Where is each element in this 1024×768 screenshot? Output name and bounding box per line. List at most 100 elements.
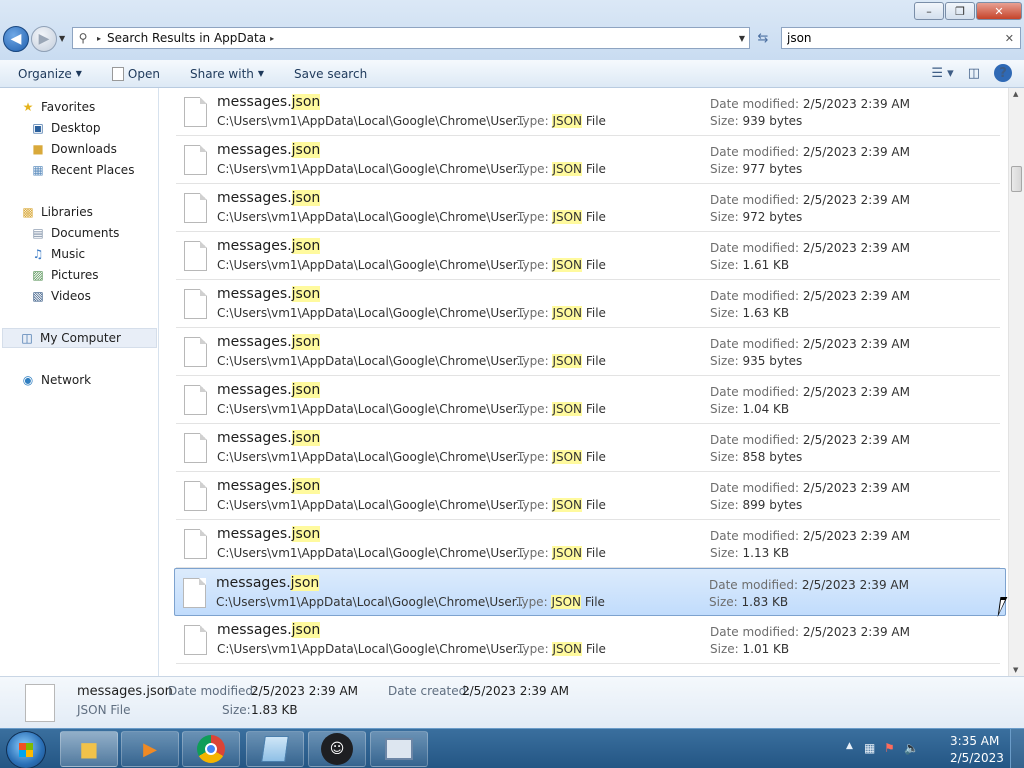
type-label: Type: [517,450,549,464]
type-rest: File [582,258,606,272]
result-file-name[interactable]: messages.json [217,526,321,542]
size-label: Size: [710,258,739,272]
scrollbar-thumb[interactable] [1011,166,1022,192]
taskbar-file-explorer[interactable]: ■ [60,731,118,767]
details-size-label: Size: [222,703,251,717]
breadcrumb[interactable]: Search Results in AppData [107,31,266,45]
result-row[interactable]: messages.json C:\Users\vm1\AppData\Local\… [176,376,1000,424]
nav-my-computer[interactable]: ◫ My Computer [2,328,157,348]
search-box[interactable]: ✕ [781,27,1021,49]
result-row[interactable]: messages.json C:\Users\vm1\AppData\Local\… [176,520,1000,568]
network-tray-icon[interactable]: ▦ [864,741,875,755]
result-file-name[interactable]: messages.json [217,142,321,158]
save-search-button[interactable]: Save search [294,67,367,81]
system-tray: ▲ ▦ ⚑ 🔈 3:35 AM 2/5/2023 [840,729,1024,768]
vertical-scrollbar[interactable]: ▲ ▼ [1008,88,1024,676]
result-date-modified: Date modified: 2/5/2023 2:39 AM [710,433,910,447]
volume-icon[interactable]: 🔈 [904,741,919,755]
result-file-path: C:\Users\vm1\AppData\Local\Google\Chrome… [217,498,529,512]
result-row[interactable]: messages.json C:\Users\vm1\AppData\Local\… [176,328,1000,376]
action-center-icon[interactable]: ⚑ [884,741,895,755]
nav-desktop[interactable]: ▣ Desktop [30,118,100,138]
start-button[interactable] [6,731,46,768]
result-file-path: C:\Users\vm1\AppData\Local\Google\Chrome… [216,595,528,609]
result-file-name[interactable]: messages.json [217,238,321,254]
result-file-name[interactable]: messages.json [217,190,321,206]
result-file-name[interactable]: messages.json [217,94,321,110]
nav-favorites[interactable]: ★ Favorites [20,97,96,117]
nav-network-label: Network [41,373,92,387]
result-file-path: C:\Users\vm1\AppData\Local\Google\Chrome… [217,642,529,656]
view-options-icon[interactable]: ☰ ▾ [931,66,953,81]
nav-network[interactable]: ◉ Network [20,370,91,390]
result-file-name[interactable]: messages.json [217,622,321,638]
show-desktop-button[interactable] [1010,729,1024,768]
size-value: 1.83 KB [741,595,789,609]
result-row[interactable]: messages.json C:\Users\vm1\AppData\Local\… [176,616,1000,664]
result-row[interactable]: messages.json C:\Users\vm1\AppData\Local\… [176,424,1000,472]
clock-date[interactable]: 2/5/2023 [950,751,1004,765]
result-row[interactable]: messages.json C:\Users\vm1\AppData\Local\… [176,184,1000,232]
nav-pictures[interactable]: ▨ Pictures [30,265,98,285]
share-with-button[interactable]: Share with ▼ [190,67,264,81]
clear-search-icon[interactable]: ✕ [1005,32,1014,45]
open-label: Open [127,66,160,81]
breadcrumb-chevron-icon[interactable]: ▸ [270,34,274,43]
result-file-name[interactable]: messages.json [217,478,321,494]
scroll-down-icon[interactable]: ▼ [1013,666,1018,674]
nav-recent-places[interactable]: ▦ Recent Places [30,160,134,180]
restore-button[interactable]: ❐ [945,2,975,20]
breadcrumb-separator-icon[interactable]: ▸ [97,34,101,43]
result-file-name[interactable]: messages.json [217,430,321,446]
date-modified-value: 2/5/2023 2:39 AM [802,97,910,111]
date-modified-value: 2/5/2023 2:39 AM [801,578,909,592]
nav-libraries[interactable]: ▩ Libraries [20,202,93,222]
help-icon[interactable]: ? [994,64,1012,82]
search-input[interactable] [787,31,997,45]
file-name-match: json [291,286,321,302]
back-button[interactable]: ◀ [3,26,29,52]
result-file-name[interactable]: messages.json [217,382,321,398]
taskbar-chrome[interactable] [182,731,240,767]
result-size: Size: 899 bytes [710,498,802,512]
result-file-name[interactable]: messages.json [216,575,320,591]
result-file-path: C:\Users\vm1\AppData\Local\Google\Chrome… [217,306,529,320]
result-file-type: Type: JSON File [517,306,606,320]
result-row[interactable]: messages.json C:\Users\vm1\AppData\Local\… [176,280,1000,328]
nav-music[interactable]: ♫ Music [30,244,86,264]
taskbar-media-player[interactable]: ▶ [121,731,179,767]
taskbar-remote-desktop[interactable] [370,731,428,767]
address-bar[interactable]: ⚲ ▸ Search Results in AppData ▸ ▼ [72,27,750,49]
organize-button[interactable]: Organize ▼ [18,67,82,81]
address-dropdown-icon[interactable]: ▼ [739,34,745,43]
result-row[interactable]: messages.json C:\Users\vm1\AppData\Local\… [176,88,1000,136]
close-button[interactable]: ✕ [976,2,1022,20]
result-row[interactable]: messages.json C:\Users\vm1\AppData\Local\… [176,472,1000,520]
scroll-up-icon[interactable]: ▲ [1013,90,1018,98]
result-row[interactable]: messages.json C:\Users\vm1\AppData\Local\… [176,136,1000,184]
preview-pane-icon[interactable]: ◫ [968,66,980,81]
recent-pages-dropdown[interactable]: ▼ [59,34,65,43]
result-row[interactable]: messages.json C:\Users\vm1\AppData\Local\… [176,232,1000,280]
minimize-button[interactable]: – [914,2,944,20]
taskbar-discord[interactable]: ☺ [308,731,366,767]
show-hidden-icons-icon[interactable]: ▲ [846,741,853,751]
result-file-name[interactable]: messages.json [217,334,321,350]
refresh-button[interactable]: ⇆ [752,27,774,49]
navigation-pane: ★ Favorites ▣ Desktop ■ Downloads ▦ Rece… [0,88,159,676]
open-button[interactable]: Open [111,66,160,81]
size-label: Size: [710,162,739,176]
clock-time[interactable]: 3:35 AM [950,734,999,748]
nav-favorites-label: Favorites [41,100,96,114]
taskbar-notepad[interactable] [246,731,304,767]
result-file-name[interactable]: messages.json [217,286,321,302]
nav-videos[interactable]: ▧ Videos [30,286,91,306]
result-row[interactable]: messages.json C:\Users\vm1\AppData\Local\… [174,568,1006,616]
nav-documents[interactable]: ▤ Documents [30,223,119,243]
type-rest: File [582,210,606,224]
file-name-match: json [291,94,321,110]
size-value: 935 bytes [742,354,803,368]
nav-downloads[interactable]: ■ Downloads [30,139,117,159]
forward-button[interactable]: ▶ [31,26,57,52]
result-date-modified: Date modified: 2/5/2023 2:39 AM [710,385,910,399]
